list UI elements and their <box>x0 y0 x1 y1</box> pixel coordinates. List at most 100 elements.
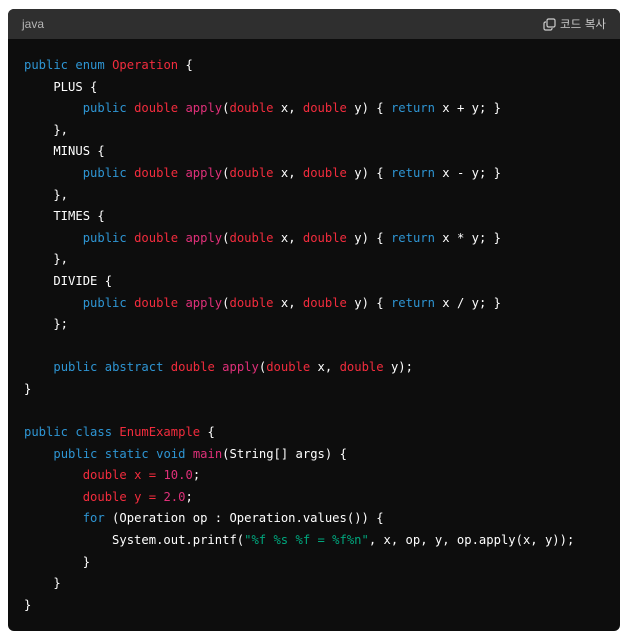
code-line: MINUS { <box>24 141 604 163</box>
code-line: }, <box>24 120 604 142</box>
code-line: } <box>24 595 604 617</box>
code-language-label: java <box>22 17 45 31</box>
code-token: y) { <box>346 101 391 116</box>
code-line: System.out.printf("%f %s %f = %f%n", x, … <box>24 530 604 552</box>
code-token: y); <box>383 360 413 375</box>
code-line: public abstract double apply(double x, d… <box>24 357 604 379</box>
code-token: static <box>104 446 149 461</box>
code-token: 2.0 <box>163 489 186 504</box>
code-token: apply <box>185 230 223 245</box>
code-token: MINUS { <box>24 144 105 159</box>
code-token: x + y; } <box>434 101 502 116</box>
code-token: double <box>134 230 179 245</box>
code-token: double <box>134 101 179 116</box>
copy-code-label: 코드 복사 <box>560 17 606 31</box>
code-token: System.out.printf( <box>24 533 245 548</box>
code-token: class <box>75 425 113 440</box>
code-line: } <box>24 552 604 574</box>
code-token: double <box>82 468 127 483</box>
code-line: }, <box>24 249 604 271</box>
code-token: abstract <box>104 360 164 375</box>
code-token: x, <box>310 360 340 375</box>
code-line: TIMES { <box>24 206 604 228</box>
copy-code-button[interactable]: 코드 복사 <box>543 16 606 32</box>
code-line: }; <box>24 314 604 336</box>
code-token: x - y; } <box>434 165 502 180</box>
code-line: PLUS { <box>24 77 604 99</box>
code-token: double <box>134 295 179 310</box>
code-token: double <box>134 165 179 180</box>
code-token: double <box>170 360 215 375</box>
code-token: DIVIDE { <box>24 273 113 288</box>
code-token: double <box>302 101 347 116</box>
code-line: public double apply(double x, double y) … <box>24 293 604 315</box>
code-token: } <box>24 576 61 591</box>
code-token: double <box>229 101 274 116</box>
code-token: x / y; } <box>434 295 502 310</box>
code-line: } <box>24 573 604 595</box>
code-token: double <box>82 489 127 504</box>
code-token: (String[] args) { <box>222 446 347 461</box>
code-token: apply <box>222 360 259 375</box>
code-token: { <box>178 58 193 72</box>
copy-icon <box>543 17 556 31</box>
code-token: apply <box>185 295 223 310</box>
code-token: double <box>302 295 347 310</box>
code-token: = <box>148 468 157 483</box>
code-token: "%f %s %f = %f%n" <box>244 533 369 548</box>
code-line: public double apply(double x, double y) … <box>24 228 604 250</box>
code-token: y) { <box>346 230 391 245</box>
code-line: } <box>24 379 604 401</box>
code-line: double y = 2.0; <box>24 487 604 509</box>
code-token: , x, op, y, op.apply(x, y)); <box>368 533 575 548</box>
code-token: apply <box>185 101 223 116</box>
code-token: = <box>148 489 157 504</box>
code-line: DIVIDE { <box>24 271 604 293</box>
code-token: } <box>24 597 32 612</box>
code-token: return <box>390 165 435 180</box>
code-token: }, <box>24 187 69 202</box>
code-token: x, <box>273 165 303 180</box>
code-token: public <box>82 101 127 116</box>
code-token: return <box>390 101 435 116</box>
code-token: x * y; } <box>434 230 502 245</box>
code-token: public <box>82 230 127 245</box>
code-token: enum <box>75 58 105 72</box>
code-token: PLUS { <box>24 79 98 94</box>
code-token: EnumExample <box>119 425 201 440</box>
code-block: java 코드 복사 public enum Operation { PLUS … <box>8 9 620 631</box>
code-token: main <box>192 446 223 461</box>
code-line: public static void main(String[] args) { <box>24 444 604 466</box>
code-line: for (Operation op : Operation.values()) … <box>24 508 604 530</box>
code-token: (Operation op : Operation.values()) { <box>104 511 384 526</box>
code-token: TIMES { <box>24 209 105 224</box>
code-token: double <box>229 230 274 245</box>
code-token: return <box>390 230 435 245</box>
code-token: ; <box>192 468 201 483</box>
code-token: apply <box>185 165 223 180</box>
code-token: }, <box>24 252 69 267</box>
code-token: 10.0 <box>163 468 193 483</box>
code-token: public <box>82 165 127 180</box>
code-token: x, <box>273 295 303 310</box>
code-token: }, <box>24 122 69 137</box>
